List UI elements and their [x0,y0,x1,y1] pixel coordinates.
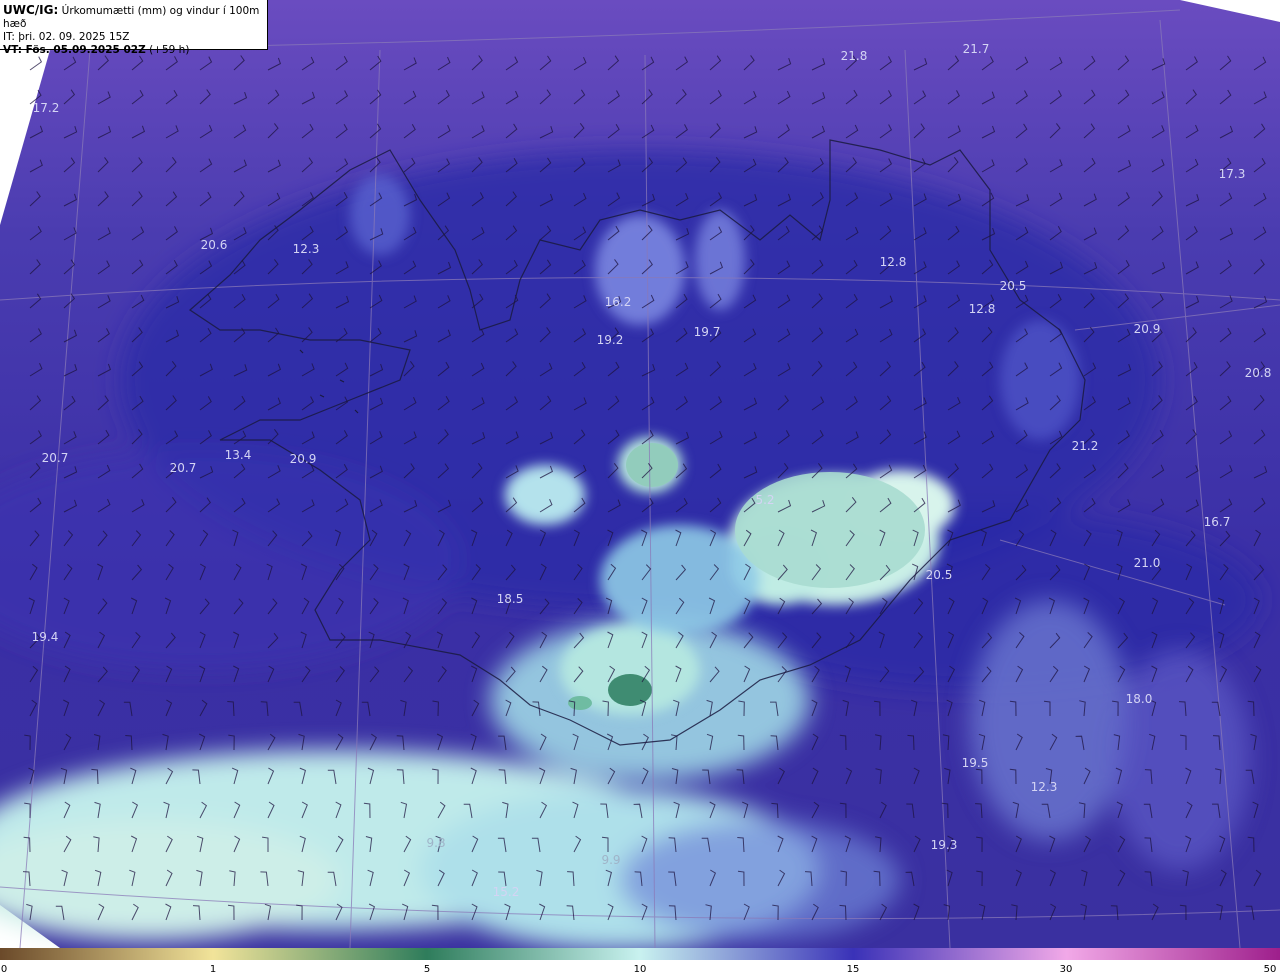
wind-speed-label: 19.5 [962,756,989,770]
wind-speed-label: 21.8 [841,49,868,63]
wind-speed-label: 12.8 [969,302,996,316]
wind-speed-label: 16.7 [1204,515,1231,529]
wind-speed-label: 20.9 [1134,322,1161,336]
glacier-langjokull [626,443,678,487]
wind-speed-label: 21.2 [1072,439,1099,453]
colorbar-tick-1: 1 [209,964,217,975]
wind-speed-label: 20.9 [290,452,317,466]
colorbar-tick-50: 50 [1263,964,1277,975]
wind-speed-label: 20.6 [201,238,228,252]
product-info-box: UWC/IG: Úrkomumætti (mm) og vindur í 100… [0,0,268,56]
product-code: UWC/IG: [3,3,59,17]
wind-speed-label: 20.8 [1245,366,1272,380]
colorbar-tick-30: 30 [1059,964,1073,975]
wind-speed-label: 21.7 [963,42,990,56]
wind-speed-label: 18.0 [1126,692,1153,706]
init-time: IT: þri. 02. 09. 2025 15Z [3,31,130,43]
colorbar: 0 1 5 10 15 30 50 [0,948,1280,978]
wind-speed-label: 12.8 [880,255,907,269]
wind-speed-label: 12.3 [1031,780,1058,794]
wind-speed-label: 20.5 [926,568,953,582]
wind-speed-label: 19.4 [32,630,59,644]
colorbar-tick-10: 10 [633,964,647,975]
glacier-eyjafjallajokull [568,696,592,710]
wind-speed-label: 20.5 [1000,279,1027,293]
title-row: UWC/IG: Úrkomumætti (mm) og vindur í 100… [3,4,267,31]
wind-speed-label: 17.2 [33,101,60,115]
wind-speed-label: 9.8 [426,836,445,850]
wind-speed-label: 19.3 [931,838,958,852]
precipitation-map: 21.8 21.7 17.2 17.3 20.6 12.3 12.8 20.5 12.8 16.2… [0,0,1280,948]
wind-speed-label: 21.0 [1134,556,1161,570]
colorbar-gradient [0,948,1280,960]
valid-time: VT: Fös. 05.09.2025 02Z [3,44,146,56]
colorbar-tick-0: 0 [0,964,8,975]
wind-speed-label: 20.7 [170,461,197,475]
colorbar-tick-5: 5 [423,964,431,975]
wind-speed-label: 19.7 [694,325,721,339]
wind-speed-label: 15.2 [493,885,520,899]
wind-speed-label: 12.3 [293,242,320,256]
wind-speed-label: 16.2 [605,295,632,309]
wind-speed-label: 20.7 [42,451,69,465]
wind-speed-label: 18.5 [497,592,524,606]
colorbar-tick-15: 15 [846,964,860,975]
wind-speed-label: 13.4 [225,448,252,462]
wind-speed-label: 9.9 [601,853,620,867]
wind-speed-label: 17.3 [1219,167,1246,181]
wind-speed-label: 19.2 [597,333,624,347]
wind-speed-label: 5.2 [755,493,774,507]
glacier-myrdalsjokull [608,674,652,706]
valid-time-row: VT: Fös. 05.09.2025 02Z (+59 h) [3,44,267,57]
glacier-vatnajokull [735,472,925,588]
lead-time: (+59 h) [149,44,190,56]
